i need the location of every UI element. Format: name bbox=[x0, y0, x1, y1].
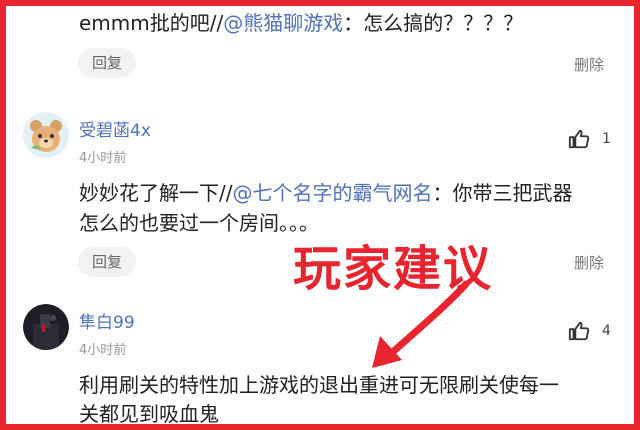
delete-button[interactable]: 删除 bbox=[574, 252, 604, 273]
timestamp: 4小时前 bbox=[79, 343, 127, 358]
comment-text-part: ：怎么搞的？？？？ bbox=[343, 11, 524, 35]
bear-avatar-icon bbox=[23, 112, 69, 158]
red-arrow-icon bbox=[372, 280, 470, 368]
comment-text-part: 妙妙花了解一下// bbox=[79, 181, 233, 205]
mention-link[interactable]: @熊猫聊游戏 bbox=[223, 11, 343, 35]
username[interactable]: 隼白99 bbox=[79, 308, 135, 333]
dark-character-avatar-icon bbox=[23, 304, 69, 350]
mention-link[interactable]: @七个名字的霸气网名 bbox=[232, 181, 432, 205]
delete-button[interactable]: 删除 bbox=[574, 54, 604, 75]
comment-text-line2: 怎么的也要过一个房间。。。 bbox=[79, 211, 319, 235]
timestamp: 4小时前 bbox=[79, 151, 127, 166]
comment-text-line1: 利用刷关的特性加上游戏的退出重进可无限刷关使每一 bbox=[79, 373, 559, 397]
like-button[interactable]: 4 bbox=[568, 320, 611, 342]
reply-button[interactable]: 回复 bbox=[78, 247, 136, 277]
like-button[interactable]: 1 bbox=[568, 128, 611, 150]
avatar[interactable] bbox=[23, 304, 69, 350]
comment-text-part: ：你带三把武器 bbox=[432, 181, 573, 205]
thumbs-up-icon bbox=[568, 129, 590, 149]
thumbs-up-icon bbox=[568, 321, 590, 341]
avatar[interactable] bbox=[23, 112, 69, 158]
like-count: 4 bbox=[602, 323, 611, 339]
reply-button[interactable]: 回复 bbox=[78, 48, 136, 78]
comment-text-part: emmm批的吧// bbox=[79, 11, 224, 35]
comment-text-line2: 关都见到吸血鬼 bbox=[79, 402, 219, 426]
comment-text: 妙妙花了解一下//@七个名字的霸气网名：你带三把武器 bbox=[79, 178, 572, 208]
username[interactable]: 受碧菡4x bbox=[79, 116, 151, 141]
screenshot-frame: emmm批的吧//@熊猫聊游戏：怎么搞的？？？？ 回复 删除 受碧菡4x 4小时… bbox=[0, 0, 640, 430]
like-count: 1 bbox=[602, 131, 611, 147]
comment-text: emmm批的吧//@熊猫聊游戏：怎么搞的？？？？ bbox=[79, 8, 523, 38]
